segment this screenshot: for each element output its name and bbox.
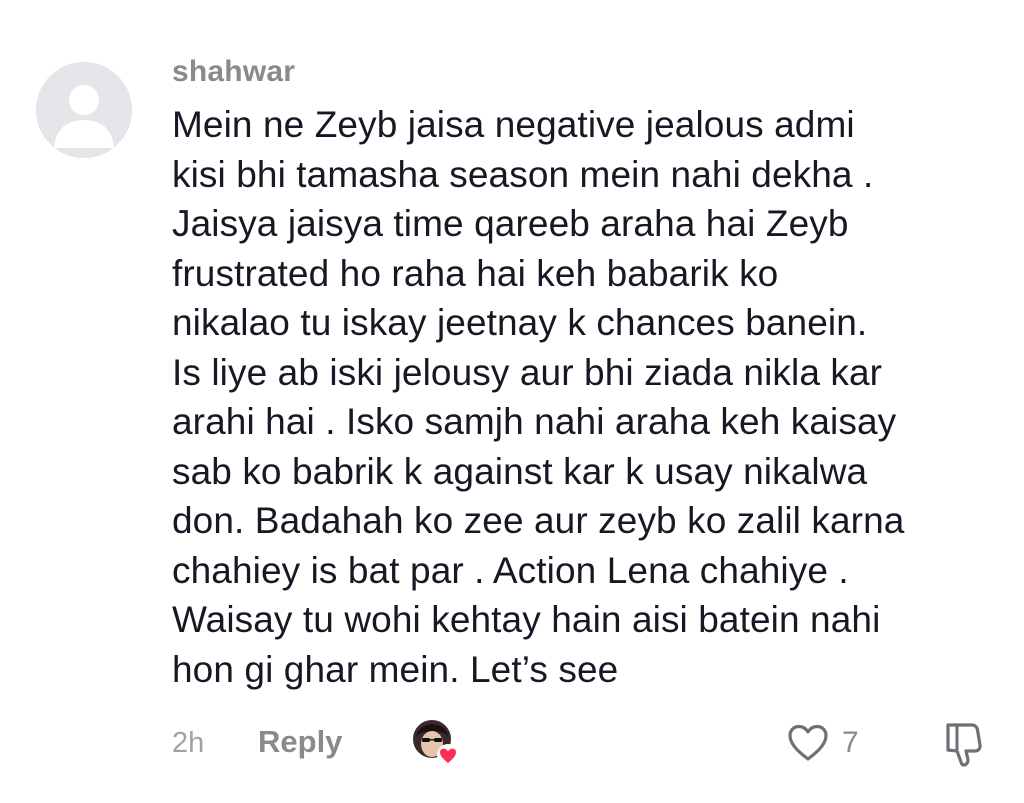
heart-outline-icon[interactable]	[786, 721, 830, 765]
comment-timestamp: 2h	[172, 727, 205, 759]
creator-liked-avatar-icon	[410, 717, 462, 769]
thumbs-down-outline-icon[interactable]	[940, 719, 988, 769]
like-count: 7	[842, 726, 859, 759]
comment-text: Mein ne Zeyb jaisa negative jealous admi…	[172, 104, 905, 690]
comment-item: shahwar Mein ne Zeyb jaisa negative jeal…	[0, 0, 1024, 803]
comment-actions-row: 2h Reply 7	[0, 715, 1024, 771]
comment-username[interactable]: shahwar	[172, 52, 295, 92]
default-avatar-icon[interactable]	[36, 62, 132, 158]
reply-button[interactable]: Reply	[258, 723, 342, 761]
